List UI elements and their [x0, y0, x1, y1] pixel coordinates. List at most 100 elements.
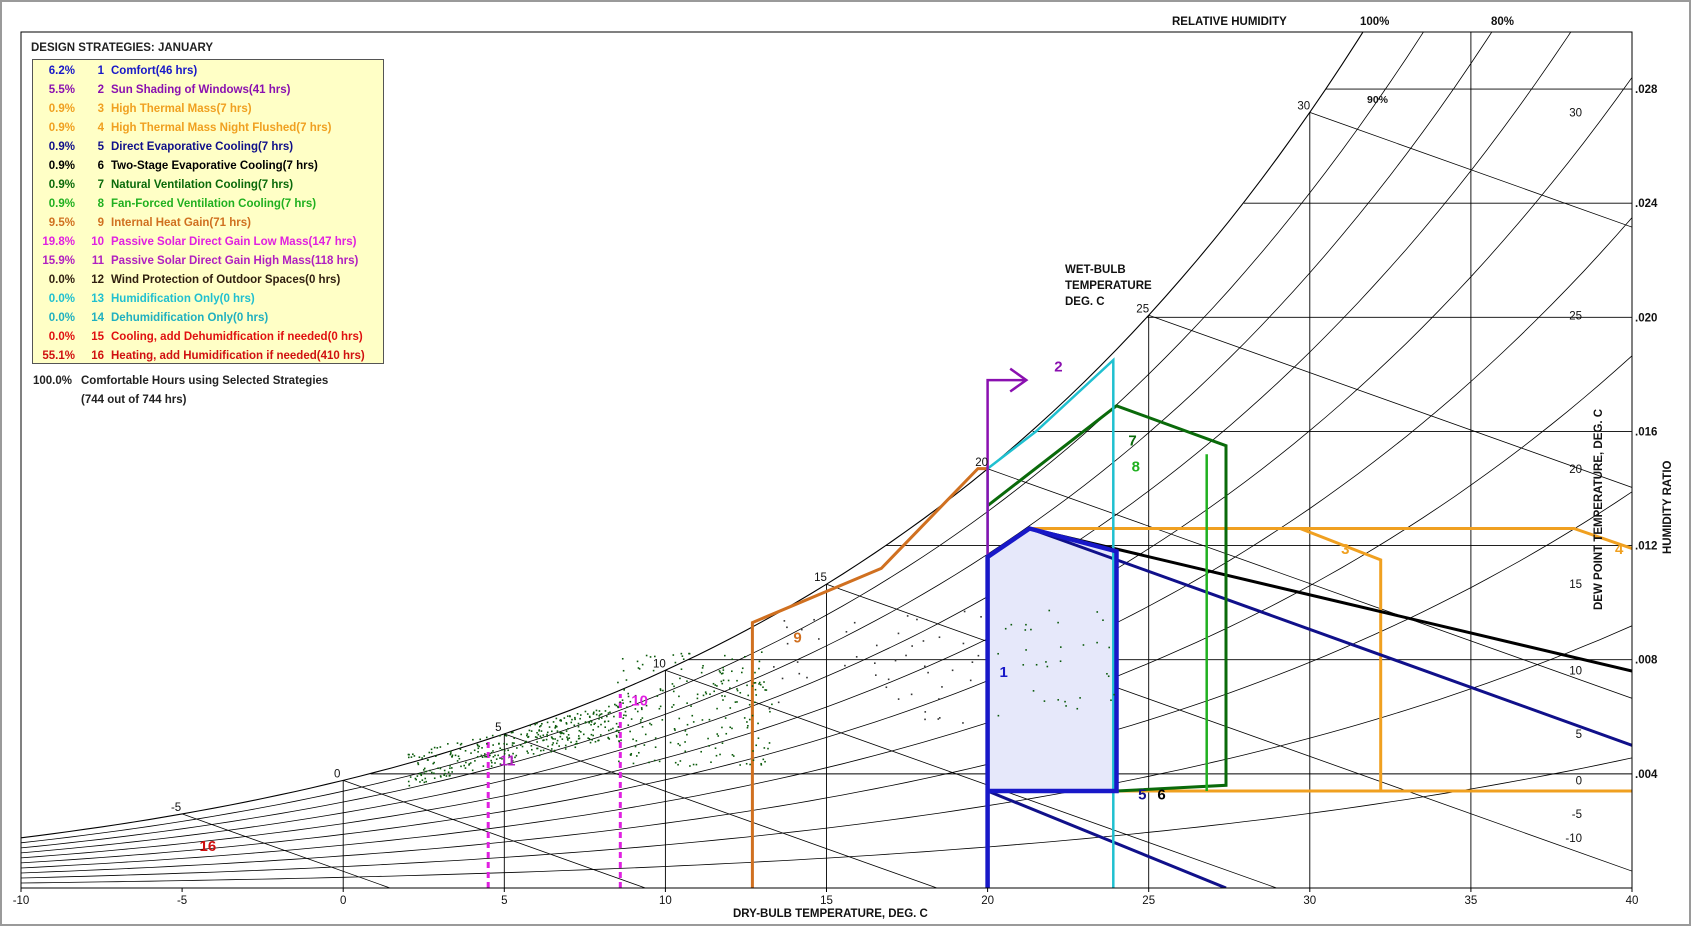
strategy-number: 15: [91, 331, 104, 343]
data-point: [1107, 675, 1110, 678]
data-point: [906, 615, 909, 617]
data-point: [1057, 699, 1060, 701]
data-point: [654, 746, 657, 749]
data-point: [1108, 646, 1111, 649]
data-point: [607, 736, 609, 739]
strategy-number: 14: [91, 312, 104, 324]
data-point: [539, 735, 542, 738]
data-point: [783, 620, 786, 622]
summary-pct: 100.0%: [33, 375, 73, 387]
data-point: [941, 686, 943, 688]
x-tick-label: 30: [1303, 895, 1316, 907]
data-point: [417, 762, 419, 764]
data-point: [551, 743, 554, 746]
data-point: [529, 724, 532, 727]
data-point: [618, 740, 621, 743]
data-point: [692, 721, 695, 723]
data-point: [636, 710, 639, 713]
data-point: [598, 718, 600, 720]
legend-row-strategy-3: 0.9% 3 High Thermal Mass(7 hrs): [33, 103, 383, 122]
data-point: [555, 742, 558, 745]
data-point: [456, 760, 459, 762]
dew-point-tick-label: -10: [1565, 833, 1582, 845]
data-point: [620, 739, 622, 742]
data-point: [634, 745, 637, 748]
data-point: [617, 705, 619, 708]
legend-row-strategy-10: 19.8% 10 Passive Solar Direct Gain Low Mas…: [33, 236, 383, 255]
data-point: [433, 772, 435, 775]
data-point: [458, 757, 461, 760]
legend-row-strategy-4: 0.9% 4 High Thermal Mass Night Flushed(7 h…: [33, 122, 383, 141]
data-point: [1106, 672, 1108, 675]
data-point: [1048, 609, 1051, 612]
data-point: [447, 771, 450, 774]
data-point: [727, 679, 730, 682]
humidity-ratio-tick-label: .028: [1635, 84, 1658, 96]
data-point: [641, 726, 644, 728]
x-tick-label: 10: [659, 895, 672, 907]
data-point: [722, 669, 725, 671]
data-point: [495, 758, 498, 760]
data-point: [619, 701, 621, 703]
strategy-label: Internal Heat Gain(71 hrs): [111, 217, 251, 229]
humidity-ratio-tick-label: .012: [1635, 541, 1657, 553]
data-point: [661, 719, 664, 721]
humidity-ratio-axis-title: HUMIDITY RATIO: [1662, 460, 1674, 555]
data-point: [407, 756, 410, 759]
legend-row-strategy-15: 0.0% 15 Cooling, add Dehumidfication if ne…: [33, 331, 383, 350]
data-point: [731, 727, 733, 730]
data-point: [1064, 700, 1066, 703]
data-point: [669, 741, 672, 744]
data-point: [492, 756, 495, 758]
data-point: [600, 723, 602, 726]
strategy-number: 9: [97, 217, 104, 229]
strategy-label: Cooling, add Dehumidfication if needed(0…: [111, 331, 363, 343]
data-point: [451, 754, 454, 757]
data-point: [678, 695, 680, 698]
data-point: [430, 751, 433, 754]
legend-row-strategy-5: 0.9% 5 Direct Evaporative Cooling(7 hrs): [33, 141, 383, 160]
data-point: [409, 776, 412, 778]
data-point: [1065, 705, 1067, 707]
data-point: [567, 734, 570, 736]
data-point: [938, 636, 941, 639]
strategy-number: 13: [91, 293, 104, 305]
data-point: [463, 764, 466, 767]
zone-label-4: 4: [1615, 541, 1624, 558]
data-point: [1022, 664, 1025, 666]
zone-label-11: 11: [500, 752, 516, 769]
data-point: [678, 717, 681, 720]
legend-row-strategy-12: 0.0% 12 Wind Protection of Outdoor Spaces(…: [33, 274, 383, 293]
data-point: [564, 744, 567, 747]
wet-bulb-line: [504, 733, 938, 888]
data-point: [729, 707, 732, 709]
data-point: [757, 722, 759, 725]
data-point: [530, 744, 533, 747]
data-point: [618, 760, 620, 763]
data-point: [1059, 660, 1062, 663]
data-point: [490, 759, 492, 762]
wet-bulb-tick-label: 15: [814, 572, 827, 584]
data-point: [672, 704, 675, 706]
data-point: [763, 747, 766, 749]
data-point: [977, 654, 980, 657]
data-point: [431, 771, 433, 774]
data-point: [606, 715, 608, 718]
dew-point-axis-title: DEW POINT TEMPERATURE, DEG. C: [1593, 408, 1605, 610]
data-point: [419, 781, 421, 783]
strategy-number: 1: [97, 65, 104, 77]
data-point: [704, 691, 707, 693]
data-point: [592, 713, 595, 715]
data-point: [555, 717, 558, 720]
data-point: [748, 718, 751, 721]
data-point: [559, 719, 562, 721]
data-point: [1096, 611, 1099, 613]
data-point: [760, 762, 762, 765]
data-point: [566, 715, 569, 717]
data-point: [595, 713, 598, 716]
data-point: [910, 693, 913, 696]
data-point: [938, 717, 941, 719]
data-point: [894, 659, 897, 662]
data-point: [749, 763, 751, 766]
data-point: [686, 723, 689, 726]
